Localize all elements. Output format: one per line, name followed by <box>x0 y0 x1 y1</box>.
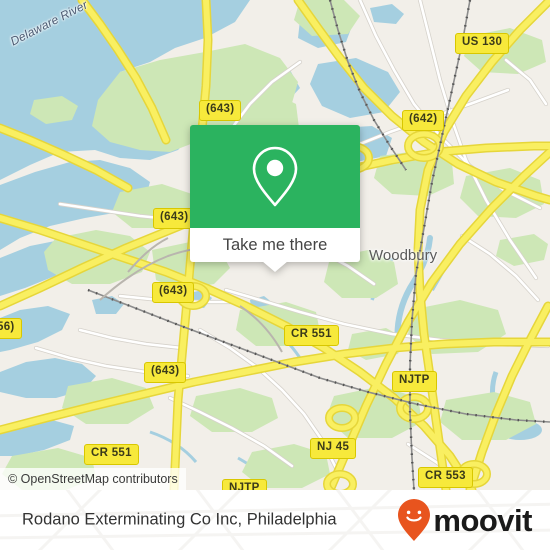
highway-shield: NJTP <box>392 371 437 392</box>
highway-shield: US 130 <box>455 33 510 54</box>
highway-shield: CR 551 <box>84 444 139 465</box>
highway-shield: NJ 45 <box>310 438 357 459</box>
map-attribution[interactable]: © OpenStreetMap contributors <box>0 468 186 490</box>
highway-shield: (643) <box>153 208 196 229</box>
highway-shield: 56) <box>0 318 22 339</box>
highway-shield: CR 551 <box>284 325 339 346</box>
highway-shield: NJTP <box>222 479 267 490</box>
moovit-logo[interactable]: moovit <box>397 498 532 542</box>
moovit-wordmark: moovit <box>433 502 532 538</box>
highway-shield: CR 553 <box>418 467 473 488</box>
attribution-text: © OpenStreetMap contributors <box>8 472 178 486</box>
footer-bar: Rodano Exterminating Co Inc, Philadelphi… <box>0 490 550 550</box>
take-me-there-button[interactable]: Take me there <box>190 228 360 262</box>
callout-pointer <box>262 261 288 272</box>
callout-header <box>190 125 360 228</box>
map-pin-icon <box>252 146 298 206</box>
highway-shield: (642) <box>402 110 445 131</box>
highway-shield: (643) <box>144 362 187 383</box>
map-callout-card[interactable]: Take me there <box>190 125 360 272</box>
screenshot-root: Delaware River Woodbury US 130 (643) (642)… <box>0 0 550 550</box>
highway-shield: (643) <box>199 100 242 121</box>
place-title: Rodano Exterminating Co Inc, Philadelphi… <box>22 510 337 529</box>
moovit-smiley-pin-icon <box>398 499 431 541</box>
highway-shield: (643) <box>152 282 195 303</box>
take-me-there-label: Take me there <box>222 235 328 254</box>
